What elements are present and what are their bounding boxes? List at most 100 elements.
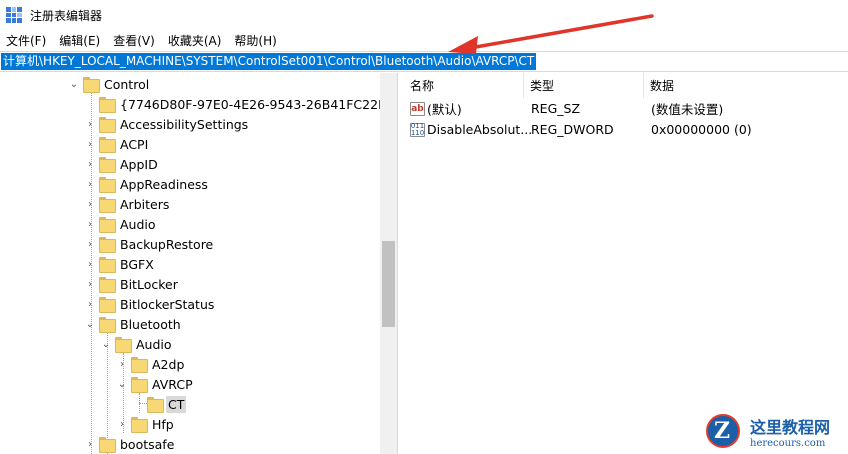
- values-list: 名称 类型 数据 ab (默认) REG_SZ (数值未设置) 011 110 D…: [404, 73, 848, 454]
- tree-node-backuprestore[interactable]: › BackupRestore: [84, 234, 215, 254]
- registry-tree: ⌄ Control {7746D80F-97E0-4E26-9543-26B41…: [0, 73, 398, 454]
- column-header-type[interactable]: 类型: [524, 73, 644, 98]
- tree-node-bgfx[interactable]: › BGFX: [84, 254, 156, 274]
- folder-icon: [83, 77, 100, 93]
- chevron-right-icon[interactable]: ›: [84, 118, 96, 130]
- value-data: (数值未设置): [651, 102, 724, 117]
- folder-icon: [99, 137, 116, 153]
- menu-favorites[interactable]: 收藏夹(A): [162, 32, 229, 49]
- folder-icon: [99, 317, 116, 333]
- folder-icon: [131, 377, 148, 393]
- tree-node-audio[interactable]: › Audio: [84, 214, 158, 234]
- tree-node-label: BackupRestore: [120, 236, 214, 252]
- value-name-cell: ab (默认): [410, 99, 462, 118]
- chevron-right-icon[interactable]: ›: [116, 358, 128, 370]
- tree-node-label: Audio: [120, 216, 156, 232]
- tree-node-bootsafe[interactable]: › bootsafe: [84, 434, 176, 454]
- folder-icon: [99, 297, 116, 313]
- tree-node-a2dp[interactable]: › A2dp: [116, 354, 186, 374]
- chevron-right-icon[interactable]: ›: [84, 218, 96, 230]
- tree-node-bluetooth-audio[interactable]: ⌄ Audio: [100, 334, 174, 354]
- folder-icon: [131, 417, 148, 433]
- tree-node-accessibilitysettings[interactable]: › AccessibilitySettings: [84, 114, 250, 134]
- chevron-right-icon[interactable]: ›: [84, 198, 96, 210]
- folder-icon: [99, 217, 116, 233]
- folder-icon: [99, 197, 116, 213]
- chevron-right-icon[interactable]: ›: [84, 278, 96, 290]
- folder-icon: [99, 437, 116, 453]
- folder-icon: [131, 357, 148, 373]
- value-type: REG_DWORD: [531, 122, 614, 137]
- tree-node-label: ACPI: [120, 136, 149, 152]
- value-name: DisableAbsolut...: [427, 122, 533, 137]
- folder-icon: [99, 177, 116, 193]
- chevron-right-icon[interactable]: [84, 98, 96, 110]
- chevron-right-icon[interactable]: ›: [116, 418, 128, 430]
- binary-value-icon: 011 110: [410, 121, 425, 137]
- value-row[interactable]: ab (默认) REG_SZ (数值未设置): [404, 98, 848, 119]
- address-bar[interactable]: 计算机\HKEY_LOCAL_MACHINE\SYSTEM\ControlSet…: [0, 51, 848, 72]
- tree-node-arbiters[interactable]: › Arbiters: [84, 194, 171, 214]
- string-value-icon: ab: [410, 101, 425, 116]
- tree-node-bitlocker[interactable]: › BitLocker: [84, 274, 180, 294]
- chevron-right-icon[interactable]: ›: [84, 158, 96, 170]
- tree-node-label: AVRCP: [152, 376, 193, 392]
- tree-node-label: BGFX: [120, 256, 154, 272]
- folder-icon: [99, 237, 116, 253]
- tree-scrollbar[interactable]: [380, 73, 397, 454]
- address-path[interactable]: 计算机\HKEY_LOCAL_MACHINE\SYSTEM\ControlSet…: [1, 53, 537, 70]
- tree-node-label: Audio: [136, 336, 172, 352]
- tree-node-label: BitLocker: [120, 276, 178, 292]
- tree-node-label: AppID: [120, 156, 158, 172]
- chevron-down-icon[interactable]: ⌄: [84, 318, 96, 330]
- value-data: 0x00000000 (0): [651, 122, 752, 137]
- chevron-right-icon[interactable]: ›: [84, 438, 96, 450]
- chevron-down-icon[interactable]: ⌄: [100, 338, 112, 350]
- watermark-logo-icon: Z: [700, 410, 746, 452]
- tree-node-label: Arbiters: [120, 196, 170, 212]
- chevron-down-icon[interactable]: ⌄: [68, 78, 80, 90]
- column-header-data[interactable]: 数据: [644, 73, 848, 98]
- regedit-app-icon: [6, 7, 22, 23]
- folder-icon: [99, 117, 116, 133]
- folder-icon: [99, 157, 116, 173]
- folder-icon: [99, 97, 116, 113]
- chevron-right-icon[interactable]: ›: [84, 258, 96, 270]
- chevron-right-icon[interactable]: ›: [84, 178, 96, 190]
- tree-node-label: A2dp: [152, 356, 185, 372]
- chevron-right-icon[interactable]: ›: [84, 138, 96, 150]
- tree-node-label: Control: [104, 76, 150, 92]
- column-header-name[interactable]: 名称: [404, 73, 524, 98]
- watermark-url: herecours.com: [750, 437, 826, 449]
- tree-node-acpi[interactable]: › ACPI: [84, 134, 150, 154]
- value-name: (默认): [427, 102, 462, 117]
- tree-node-hfp[interactable]: › Hfp: [116, 414, 176, 434]
- tree-node-guid[interactable]: {7746D80F-97E0-4E26-9543-26B41FC22F79}: [84, 94, 397, 114]
- tree-scrollbar-thumb[interactable]: [382, 241, 395, 327]
- tree-node-label: AppReadiness: [120, 176, 208, 192]
- site-watermark: Z 这里教程网 herecours.com: [700, 408, 848, 454]
- menu-help[interactable]: 帮助(H): [228, 32, 283, 49]
- tree-node-control[interactable]: ⌄ Control: [68, 74, 151, 94]
- chevron-right-icon[interactable]: ›: [84, 298, 96, 310]
- menu-file[interactable]: 文件(F): [0, 32, 53, 49]
- menu-edit[interactable]: 编辑(E): [53, 32, 107, 49]
- chevron-right-icon[interactable]: ›: [84, 238, 96, 250]
- tree-node-bluetooth[interactable]: ⌄ Bluetooth: [84, 314, 183, 334]
- tree-node-label: bootsafe: [120, 436, 175, 452]
- watermark-title: 这里教程网: [750, 417, 831, 437]
- tree-node-avrcp[interactable]: ⌄ AVRCP: [116, 374, 195, 394]
- tree-node-appid[interactable]: › AppID: [84, 154, 160, 174]
- title-bar: 注册表编辑器: [0, 0, 848, 30]
- tree-node-ct[interactable]: CT: [144, 394, 187, 414]
- menu-bar: 文件(F) 编辑(E) 查看(V) 收藏夹(A) 帮助(H): [0, 30, 848, 50]
- window-title: 注册表编辑器: [30, 8, 103, 23]
- tree-node-appreadiness[interactable]: › AppReadiness: [84, 174, 210, 194]
- tree-node-label: CT: [166, 395, 187, 413]
- menu-view[interactable]: 查看(V): [107, 32, 162, 49]
- value-name-cell: 011 110 DisableAbsolut...: [410, 122, 532, 137]
- chevron-down-icon[interactable]: ⌄: [116, 378, 128, 390]
- value-row[interactable]: 011 110 DisableAbsolut... REG_DWORD 0x000…: [404, 119, 848, 140]
- tree-node-bitlockerstatus[interactable]: › BitlockerStatus: [84, 294, 216, 314]
- folder-icon: [115, 337, 132, 353]
